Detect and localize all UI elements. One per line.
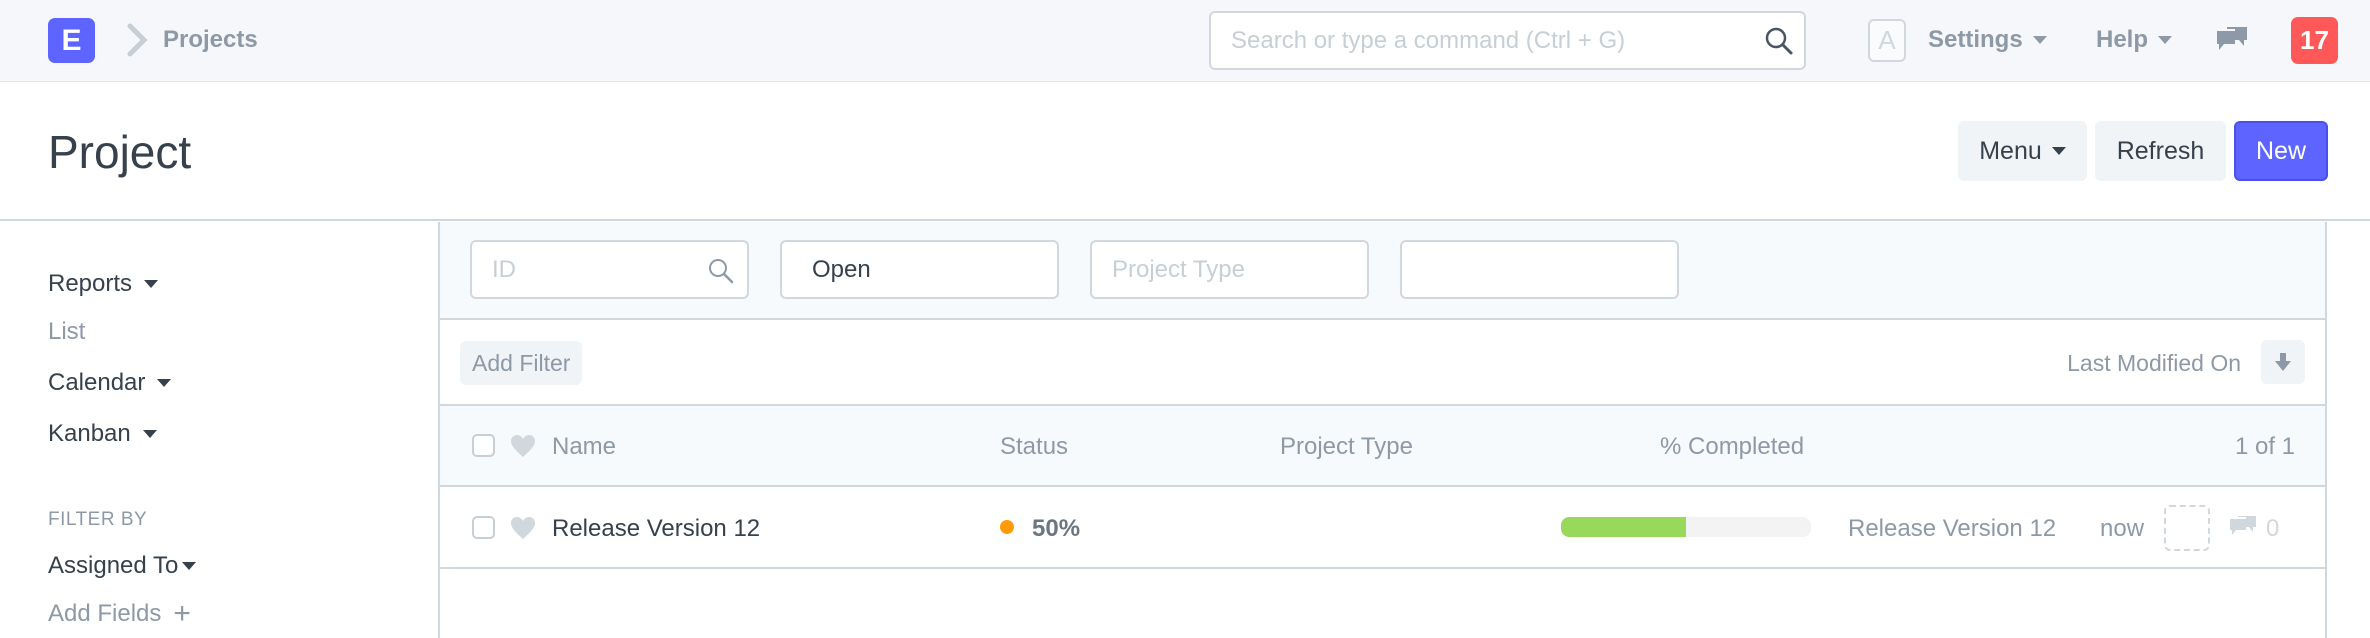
filter-sort-row: Add Filter Last Modified On	[440, 320, 2325, 406]
project-type-filter-input[interactable]	[1112, 242, 1332, 297]
help-label: Help	[2096, 26, 2149, 53]
sidebar-item-label: Reports	[48, 270, 133, 297]
chat-icon[interactable]	[2215, 25, 2249, 55]
column-status: Status	[1000, 433, 1069, 460]
avatar-letter: A	[1878, 25, 1896, 55]
caret-down-icon	[157, 379, 172, 387]
logo-letter: E	[61, 23, 82, 57]
page-head: Project Menu Refresh New	[0, 83, 2370, 221]
new-label: New	[2255, 136, 2306, 165]
table-row[interactable]: Release Version 12 50% Release Version 1…	[440, 487, 2325, 569]
status-text: 50%	[1032, 515, 1081, 542]
caret-down-icon	[142, 430, 157, 438]
column-name: Name	[552, 433, 617, 460]
help-dropdown[interactable]: Help	[2096, 26, 2173, 54]
comment-icon	[2230, 516, 2256, 535]
percent-completed-bar	[1561, 517, 1811, 537]
heart-icon[interactable]	[510, 434, 536, 458]
notification-badge[interactable]: 17	[2291, 17, 2338, 64]
list-header: Name Status Project Type % Completed 1 o…	[440, 406, 2325, 487]
menu-label: Menu	[1979, 136, 2042, 165]
extra-filter[interactable]	[1400, 240, 1679, 299]
row-checkbox[interactable]	[472, 516, 495, 539]
filter-by-heading: FILTER BY	[48, 509, 148, 530]
standard-filters	[440, 222, 2325, 320]
row-modified: now	[2100, 515, 2145, 542]
app-logo[interactable]: E	[48, 18, 95, 63]
menu-button[interactable]: Menu	[1958, 121, 2087, 181]
id-filter[interactable]	[470, 240, 749, 299]
list-count: 1 of 1	[2234, 433, 2295, 460]
sidebar-item-label: List	[48, 318, 86, 345]
sidebar-item-kanban[interactable]: Kanban	[48, 420, 157, 448]
search-bar[interactable]	[1209, 11, 1806, 70]
arrow-down-icon	[2275, 353, 2291, 371]
assign-placeholder[interactable]	[2164, 505, 2210, 551]
sidebar-item-reports[interactable]: Reports	[48, 270, 159, 298]
sort-selector[interactable]: Last Modified On	[2067, 350, 2241, 377]
caret-down-icon	[182, 562, 197, 570]
sidebar-item-calendar[interactable]: Calendar	[48, 369, 172, 397]
settings-dropdown[interactable]: Settings	[1928, 26, 2047, 54]
id-filter-input[interactable]	[492, 242, 712, 297]
search-input[interactable]	[1231, 13, 1731, 68]
add-fields-label: Add Fields	[48, 600, 162, 627]
heart-icon[interactable]	[510, 516, 536, 540]
sidebar-item-list[interactable]: List	[48, 318, 85, 346]
project-type-filter[interactable]	[1090, 240, 1369, 299]
assigned-to-dropdown[interactable]: Assigned To	[48, 552, 197, 580]
settings-label: Settings	[1928, 26, 2023, 53]
plus-icon: +	[173, 597, 191, 630]
row-title: Release Version 12	[1848, 515, 2057, 542]
caret-down-icon	[2032, 36, 2047, 44]
extra-filter-input[interactable]	[1422, 242, 1642, 297]
assigned-to-label: Assigned To	[48, 552, 179, 579]
status-indicator	[1000, 520, 1014, 534]
percent-completed-fill	[1561, 517, 1686, 537]
sidebar: Reports List Calendar Kanban FILTER BY A…	[0, 222, 438, 638]
search-icon	[709, 259, 734, 284]
refresh-button[interactable]: Refresh	[2095, 121, 2226, 181]
breadcrumb-projects[interactable]: Projects	[163, 26, 258, 54]
status-filter[interactable]	[780, 240, 1059, 299]
refresh-label: Refresh	[2116, 136, 2205, 165]
sidebar-item-label: Calendar	[48, 369, 146, 396]
add-fields-button[interactable]: Add Fields +	[48, 597, 191, 630]
row-name-link[interactable]: Release Version 12	[552, 515, 760, 543]
list-view: Add Filter Last Modified On Name Status …	[438, 222, 2327, 638]
chevron-right-icon	[127, 23, 148, 57]
add-filter-button[interactable]: Add Filter	[460, 341, 583, 385]
sidebar-item-label: Kanban	[48, 420, 131, 447]
new-button[interactable]: New	[2234, 121, 2328, 181]
navbar: E Projects A Settings Help 17	[0, 0, 2370, 82]
caret-down-icon	[144, 280, 159, 288]
comment-count: 0	[2266, 515, 2280, 542]
caret-down-icon	[2051, 147, 2066, 155]
row-status: 50%	[1000, 515, 1080, 543]
caret-down-icon	[2158, 36, 2173, 44]
column-percent-completed: % Completed	[1660, 433, 1805, 460]
notification-count: 17	[2300, 25, 2329, 55]
select-all-checkbox[interactable]	[472, 434, 495, 457]
search-icon[interactable]	[1764, 26, 1794, 56]
sort-order-button[interactable]	[2261, 340, 2305, 384]
column-project-type: Project Type	[1280, 433, 1413, 460]
status-filter-input[interactable]	[812, 242, 1032, 297]
page-title: Project	[48, 126, 192, 178]
avatar[interactable]: A	[1868, 19, 1906, 62]
